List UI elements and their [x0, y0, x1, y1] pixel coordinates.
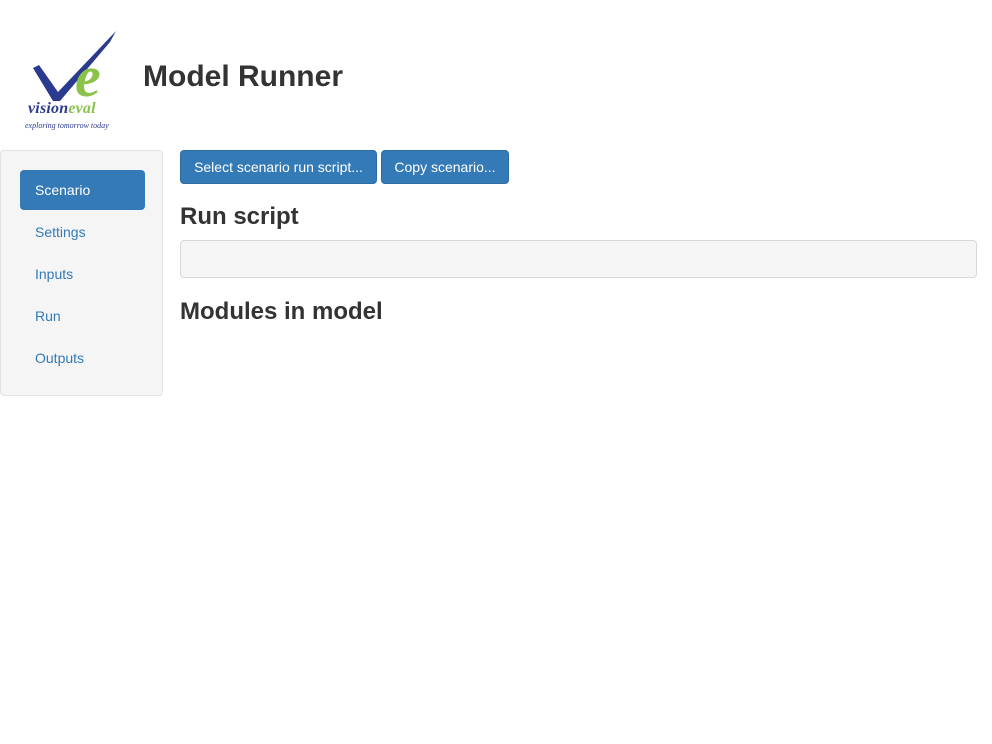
sidebar-item-outputs[interactable]: Outputs: [20, 338, 145, 378]
run-script-display: [180, 240, 977, 278]
main-panel: Select scenario run script... Copy scena…: [180, 150, 977, 350]
checkmark-e-icon: e: [33, 31, 116, 102]
app-header: e visioneval exploring tomorrow today Mo…: [0, 0, 992, 150]
modules-heading: Modules in model: [180, 298, 383, 325]
visioneval-logo: e visioneval exploring tomorrow today: [22, 28, 130, 132]
run-script-heading: Run script: [180, 203, 299, 230]
page-title: Model Runner: [143, 60, 343, 93]
select-run-script-button[interactable]: Select scenario run script...: [180, 150, 377, 184]
logo-wordmark: visioneval: [28, 100, 96, 117]
sidebar-item-inputs[interactable]: Inputs: [20, 254, 145, 294]
logo-tagline: exploring tomorrow today: [25, 121, 109, 130]
sidebar-item-settings[interactable]: Settings: [20, 212, 145, 252]
copy-scenario-button[interactable]: Copy scenario...: [381, 150, 509, 184]
sidebar-item-scenario[interactable]: Scenario: [20, 170, 145, 210]
sidebar-nav: Scenario Settings Inputs Run Outputs: [0, 150, 163, 396]
svg-text:e: e: [75, 44, 101, 102]
sidebar-item-run[interactable]: Run: [20, 296, 145, 336]
